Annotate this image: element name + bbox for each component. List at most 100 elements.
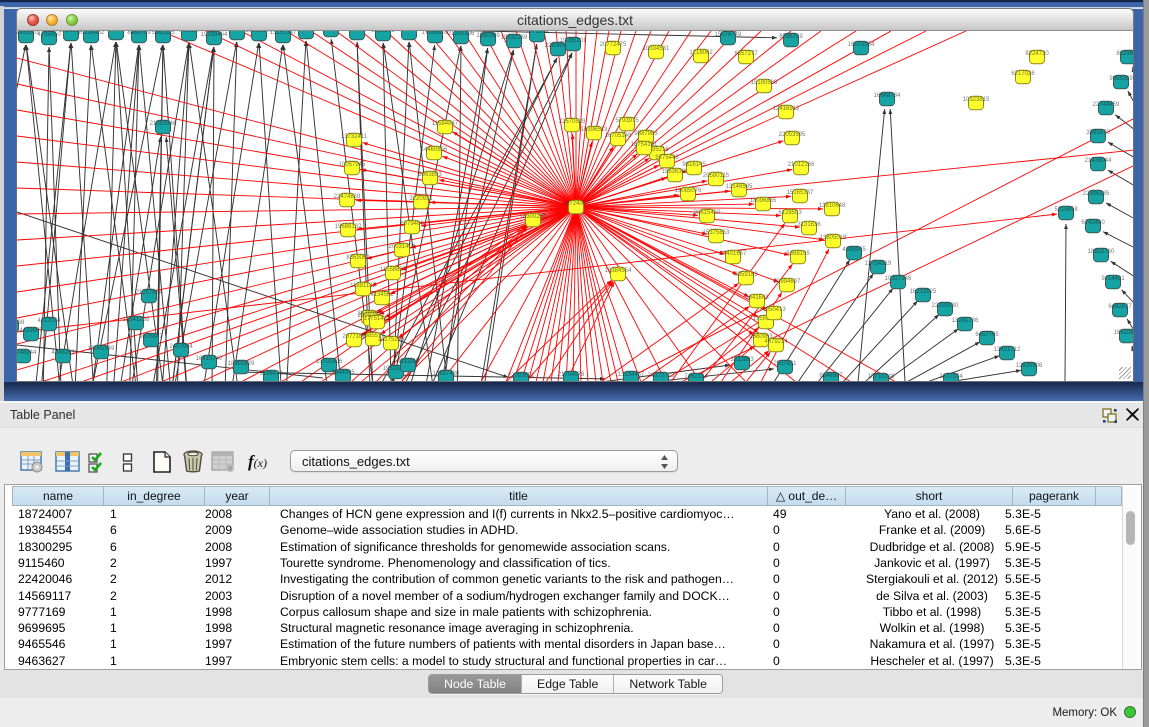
svg-text:19836388: 19836388 xyxy=(662,169,689,175)
svg-text:12294238: 12294238 xyxy=(17,320,25,326)
svg-text:19832259: 19832259 xyxy=(501,35,528,41)
svg-text:16510878: 16510878 xyxy=(1114,330,1134,336)
svg-text:8396759: 8396759 xyxy=(779,34,803,40)
svg-text:10837430: 10837430 xyxy=(433,371,460,377)
svg-text:4245263: 4245263 xyxy=(51,350,75,356)
svg-text:1218062: 1218062 xyxy=(689,50,713,56)
svg-text:2066449: 2066449 xyxy=(294,31,318,32)
svg-text:18300295: 18300295 xyxy=(520,214,547,220)
svg-text:18992829: 18992829 xyxy=(228,361,255,367)
svg-text:3333883: 3333883 xyxy=(730,357,754,363)
svg-text:16648784: 16648784 xyxy=(874,93,901,99)
svg-text:13910648: 13910648 xyxy=(819,203,846,209)
svg-text:4429607: 4429607 xyxy=(19,328,43,334)
svg-text:4389045: 4389045 xyxy=(842,247,866,253)
svg-text:3395870: 3395870 xyxy=(1086,130,1110,136)
svg-text:6357277: 6357277 xyxy=(734,51,758,57)
svg-text:22330030: 22330030 xyxy=(932,303,959,309)
svg-text:11558837: 11558837 xyxy=(380,267,407,273)
svg-text:19085076: 19085076 xyxy=(675,188,702,194)
svg-text:8359183: 8359183 xyxy=(734,272,758,278)
svg-text:9958289: 9958289 xyxy=(1109,76,1133,82)
svg-text:4679214: 4679214 xyxy=(764,339,788,345)
svg-text:9816145: 9816145 xyxy=(682,162,706,168)
svg-text:19688132: 19688132 xyxy=(335,224,362,230)
svg-text:4143890: 4143890 xyxy=(345,31,369,33)
svg-text:14275203: 14275203 xyxy=(378,337,405,343)
svg-text:22474828: 22474828 xyxy=(334,194,361,200)
svg-text:3131636: 3131636 xyxy=(797,222,821,228)
svg-text:3644095: 3644095 xyxy=(331,370,355,376)
svg-text:5641643: 5641643 xyxy=(745,295,769,301)
svg-text:3677374: 3677374 xyxy=(939,374,963,380)
svg-text:15180586: 15180586 xyxy=(751,80,778,86)
svg-text:21439044: 21439044 xyxy=(1085,158,1112,164)
svg-text:20994697: 20994697 xyxy=(774,279,801,285)
svg-text:2457954: 2457954 xyxy=(169,344,193,350)
svg-text:13754919: 13754919 xyxy=(865,261,892,267)
svg-text:8224730: 8224730 xyxy=(1025,51,1049,57)
svg-text:13805018: 13805018 xyxy=(820,235,847,241)
svg-text:18724007: 18724007 xyxy=(563,201,590,207)
svg-text:22093651: 22093651 xyxy=(508,373,535,379)
svg-text:9217207: 9217207 xyxy=(104,31,128,33)
svg-text:5793975: 5793975 xyxy=(615,118,639,124)
svg-text:9275445: 9275445 xyxy=(655,155,679,161)
svg-text:17956909: 17956909 xyxy=(422,31,449,36)
svg-text:4112034: 4112034 xyxy=(38,318,62,324)
svg-text:8811165: 8811165 xyxy=(397,359,420,365)
svg-text:21053346: 21053346 xyxy=(150,121,177,127)
svg-text:7452134: 7452134 xyxy=(684,374,708,380)
svg-text:16415740: 16415740 xyxy=(196,356,223,362)
svg-text:21012166: 21012166 xyxy=(788,162,815,168)
svg-text:1890399: 1890399 xyxy=(476,33,500,39)
svg-text:5188470: 5188470 xyxy=(259,371,283,377)
svg-text:6368105: 6368105 xyxy=(786,251,810,257)
svg-text:8806804: 8806804 xyxy=(397,31,421,33)
svg-text:20031404: 20031404 xyxy=(389,244,416,250)
svg-text:10323815: 10323815 xyxy=(963,97,990,103)
svg-text:19384554: 19384554 xyxy=(605,268,632,274)
svg-text:5215958: 5215958 xyxy=(1054,207,1078,213)
svg-text:19299464: 19299464 xyxy=(201,32,228,38)
svg-text:2537611: 2537611 xyxy=(774,361,798,367)
svg-text:15076749: 15076749 xyxy=(715,32,742,38)
svg-text:13146585: 13146585 xyxy=(726,184,753,190)
svg-text:8134562: 8134562 xyxy=(370,292,394,298)
svg-text:13421212: 13421212 xyxy=(994,347,1021,353)
svg-text:3220921: 3220921 xyxy=(409,196,433,202)
svg-text:6482877: 6482877 xyxy=(1108,304,1132,310)
svg-text:8029889: 8029889 xyxy=(1116,51,1134,57)
svg-text:16072954: 16072954 xyxy=(848,42,875,48)
svg-text:10334531: 10334531 xyxy=(643,46,670,52)
svg-text:18754131: 18754131 xyxy=(631,142,658,148)
svg-text:21257684: 21257684 xyxy=(136,290,163,296)
svg-text:13701506: 13701506 xyxy=(316,359,343,365)
svg-text:12920906: 12920906 xyxy=(1016,363,1043,369)
svg-text:14401657: 14401657 xyxy=(720,251,747,257)
svg-text:8369062: 8369062 xyxy=(346,255,370,261)
svg-text:18922760: 18922760 xyxy=(1088,249,1115,255)
svg-text:21754078: 21754078 xyxy=(558,372,585,378)
svg-text:9875847: 9875847 xyxy=(139,334,163,340)
svg-text:6742460: 6742460 xyxy=(1081,220,1105,226)
svg-text:20772475: 20772475 xyxy=(600,42,627,48)
svg-text:13134457: 13134457 xyxy=(618,372,645,378)
svg-text:11881122: 11881122 xyxy=(350,283,376,289)
svg-text:4439167: 4439167 xyxy=(177,31,201,34)
svg-text:5682115: 5682115 xyxy=(152,31,176,36)
svg-text:6128503: 6128503 xyxy=(778,210,802,216)
svg-text:2077105: 2077105 xyxy=(342,334,366,340)
svg-text:11584847: 11584847 xyxy=(432,121,459,127)
svg-text:17751421: 17751421 xyxy=(364,316,391,322)
svg-text:4735650: 4735650 xyxy=(37,32,61,38)
svg-text:16705148: 16705148 xyxy=(605,133,632,139)
svg-text:10327246: 10327246 xyxy=(885,276,912,282)
svg-text:20580115: 20580115 xyxy=(703,173,730,179)
svg-text:22570529: 22570529 xyxy=(559,119,586,125)
svg-text:9983893: 9983893 xyxy=(418,172,442,178)
svg-text:22744459: 22744459 xyxy=(1093,102,1120,108)
svg-text:22053595: 22053595 xyxy=(779,132,806,138)
svg-text:13241736: 13241736 xyxy=(952,318,979,324)
svg-text:6457765: 6457765 xyxy=(975,332,999,338)
